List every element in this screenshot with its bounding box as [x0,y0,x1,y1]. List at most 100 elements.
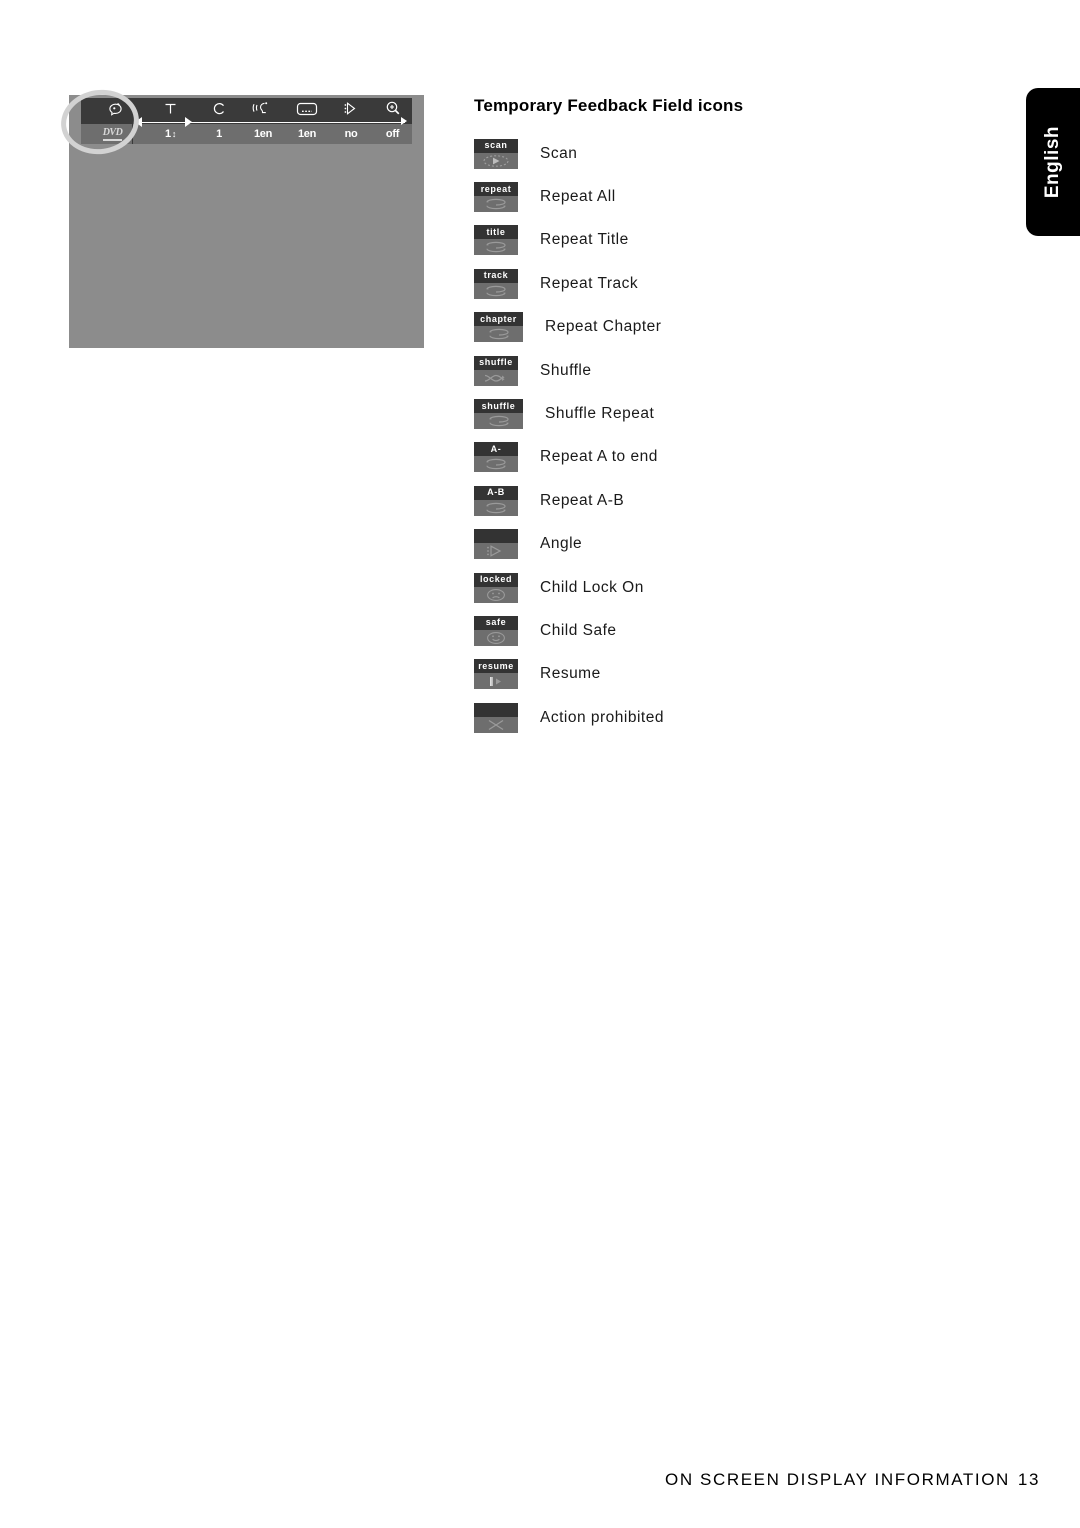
osd-icon-row [81,98,412,124]
list-item: Angle [474,523,994,566]
badge-angle [474,529,518,560]
sad-face-icon [474,587,518,603]
badge-scan: scan [474,138,518,169]
list-item-label: Repeat All [540,188,616,206]
repeat-loop-icon [474,413,523,429]
badge-safe: safe [474,615,518,646]
list-item-label: Repeat Chapter [545,318,662,336]
repeat-loop-icon [474,456,518,472]
osd-cell-audio [241,100,285,122]
badge-chapter: chapter [474,312,523,343]
badge-shuffle: shuffle [474,355,518,386]
badge-label: scan [474,138,518,153]
badge-label: A- [474,442,518,457]
osd-value-angle: no [344,128,358,140]
list-item-label: Action prohibited [540,708,664,726]
badge-track: track [474,268,518,299]
osd-value-title-text: 1 [164,128,171,140]
osd-axis-end-arrow-icon [401,117,407,125]
list-item: shuffle Shuffle [474,349,994,392]
list-item: shuffle Shuffle Repeat [474,392,994,435]
audio-language-icon [252,100,274,122]
badge-resume: resume [474,659,518,690]
badge-repeat: repeat [474,182,518,213]
repeat-loop-icon [474,239,518,255]
osd-separator [132,124,133,144]
osd-value-zoom: off [385,128,400,140]
list-item-label: Child Lock On [540,578,644,596]
head-audio-icon [104,100,122,123]
badge-locked: locked [474,572,518,603]
language-tab[interactable]: English [1026,88,1080,236]
angle-triangle-icon [474,543,518,559]
badge-label: track [474,268,518,283]
badge-label: repeat [474,182,518,197]
footer-title: ON SCREEN DISPLAY INFORMATION [665,1470,1010,1489]
list-item-label: Repeat A-B [540,491,625,509]
list-item-label: Child Safe [540,621,617,639]
list-item-label: Repeat A to end [540,448,658,466]
osd-value-row: DVD 1 ↕ 1 1en 1en no off [81,124,412,144]
badge-title: title [474,225,518,256]
list-item-label: Repeat Track [540,274,639,292]
list-item-label: Shuffle [540,361,592,379]
tv-screen-illustration: DVD 1 ↕ 1 1en 1en no off [56,84,424,348]
badge-label: shuffle [474,399,523,414]
list-item-label: Shuffle Repeat [545,405,655,423]
osd-cell-angle [329,100,373,122]
subtitle-icon [295,101,319,122]
osd-value-subtitle: 1en [297,128,317,140]
zoom-icon [384,100,402,122]
shuffle-cross-icon [474,370,518,386]
badge-label: chapter [474,312,523,327]
list-item: repeat Repeat All [474,175,994,218]
osd-value-title: 1 ↕ [144,128,197,140]
badge-label [474,702,518,717]
temporary-feedback-field-section: Temporary Feedback Field icons scan Scan… [474,96,994,739]
badge-label: shuffle [474,355,518,370]
dvd-logo: DVD [102,127,123,141]
list-item: chapter Repeat Chapter [474,306,994,349]
footer: ON SCREEN DISPLAY INFORMATION 13 [0,1470,1040,1490]
repeat-loop-icon [474,283,518,299]
badge-label: title [474,225,518,240]
osd-cell-subtitle [285,101,329,122]
osd-right-arrow-icon [185,117,192,127]
badge-shuffle-repeat: shuffle [474,399,523,430]
repeat-loop-icon [474,196,518,212]
osd-cell-chapter [197,100,241,122]
badge-a-b: A-B [474,485,518,516]
list-item: track Repeat Track [474,262,994,305]
list-item-label: Angle [540,535,583,553]
badge-label: safe [474,615,518,630]
resume-play-icon [474,673,518,689]
badge-action-prohibited [474,702,518,733]
page-title: Temporary Feedback Field icons [474,96,744,115]
list-item-label: Scan [540,144,578,162]
list-item: resume Resume [474,653,994,696]
repeat-loop-icon [474,326,523,342]
updown-arrow-icon: ↕ [171,129,177,139]
smiley-face-icon [474,630,518,646]
list-item: locked Child Lock On [474,566,994,609]
repeat-loop-icon [474,500,518,516]
list-item: title Repeat Title [474,219,994,262]
page-number: 13 [1017,1470,1040,1489]
chapter-C-icon [211,100,228,122]
list-item: safe Child Safe [474,609,994,652]
list-item-label: Resume [540,665,601,683]
osd-axis-line [141,122,405,123]
language-tab-label: English [1042,125,1063,199]
osd-left-arrow-icon [135,117,142,127]
list-item: A- Repeat A to end [474,436,994,479]
osd-status-bar: DVD 1 ↕ 1 1en 1en no off [56,84,424,160]
list-item: Action prohibited [474,696,994,739]
list-item-label: Repeat Title [540,231,629,249]
cross-prohibited-icon [474,717,518,733]
badge-label: resume [474,659,518,674]
osd-value-chapter: 1 [216,128,222,140]
badge-a-to-end: A- [474,442,518,473]
badge-label [474,529,518,544]
badge-label: locked [474,572,518,587]
badge-label: A-B [474,485,518,500]
